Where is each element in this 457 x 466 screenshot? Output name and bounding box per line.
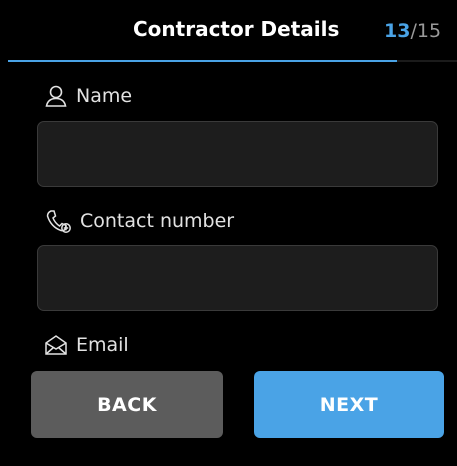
page-title: Contractor Details <box>133 17 340 41</box>
phone-icon <box>44 208 72 234</box>
step-counter: 13/15 <box>384 20 441 42</box>
name-label-text: Name <box>76 85 133 107</box>
back-button[interactable]: BACK <box>31 371 223 438</box>
contact-label: Contact number <box>44 208 234 234</box>
name-input[interactable] <box>37 121 438 187</box>
person-icon <box>44 84 68 108</box>
email-label-text: Email <box>76 334 129 356</box>
progress-fill <box>8 60 398 62</box>
contact-label-text: Contact number <box>80 210 235 232</box>
progress-bar <box>8 60 457 62</box>
step-total: 15 <box>416 20 442 42</box>
next-button[interactable]: NEXT <box>254 371 444 438</box>
envelope-icon <box>44 334 68 356</box>
name-label: Name <box>44 84 132 108</box>
header-bar: Contractor Details 13/15 <box>0 0 457 62</box>
step-current: 13 <box>384 20 411 42</box>
contact-number-input[interactable] <box>37 245 438 311</box>
email-label: Email <box>44 334 129 356</box>
